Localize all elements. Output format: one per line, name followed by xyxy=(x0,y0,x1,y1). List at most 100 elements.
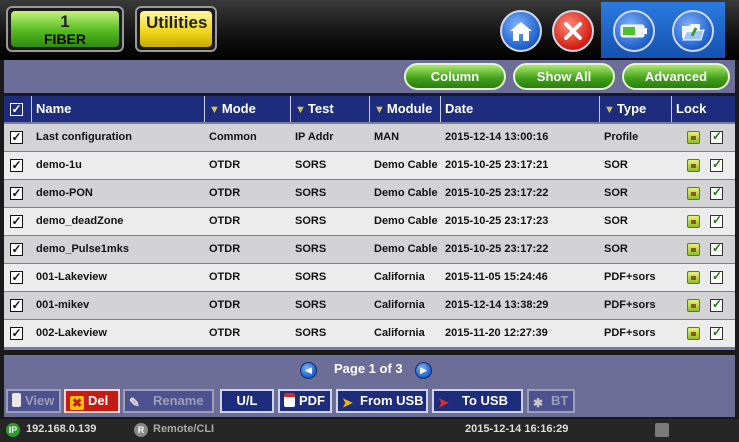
row-checkbox[interactable]: ✓ xyxy=(4,124,32,151)
lock-icon[interactable] xyxy=(687,327,700,340)
cell-name: 001-Lakeview xyxy=(36,271,107,283)
column-button[interactable]: Column xyxy=(404,63,506,90)
cell-date: 2015-12-14 13:00:16 xyxy=(445,131,549,143)
folder-icon xyxy=(682,24,705,41)
column-header-type[interactable]: ▼ Type xyxy=(600,96,672,122)
lock-icon[interactable] xyxy=(687,243,700,256)
row-checkbox[interactable]: ✓ xyxy=(4,236,32,263)
to-usb-button[interactable]: ➤ To USB xyxy=(432,389,523,413)
cell-mode: OTDR xyxy=(209,299,241,311)
table-row[interactable]: ✓ 001-Lakeview OTDR SORS California 2015-11-0… xyxy=(4,264,735,291)
filter-icon: ▼ xyxy=(374,104,385,116)
lock-icon[interactable] xyxy=(687,215,700,228)
cell-test: SORS xyxy=(295,159,327,171)
upload-button[interactable]: U/L xyxy=(220,389,274,413)
delete-button[interactable]: ✖ Del xyxy=(64,389,120,413)
checkbox-icon: ✓ xyxy=(10,157,23,172)
select-all-checkbox[interactable]: ✓ xyxy=(4,96,32,122)
home-icon xyxy=(510,22,532,41)
cell-date: 2015-11-05 15:24:46 xyxy=(445,271,548,283)
from-usb-button[interactable]: ➤ From USB xyxy=(336,389,428,413)
top-bar: 1 FIBER Utilities xyxy=(0,0,739,60)
lock-icon[interactable] xyxy=(687,131,700,144)
cell-type: PDF+sors xyxy=(604,271,656,283)
column-header-mode[interactable]: ▼ Mode xyxy=(205,96,291,122)
close-button[interactable] xyxy=(552,10,594,52)
row-checkbox[interactable]: ✓ xyxy=(4,208,32,235)
home-button[interactable] xyxy=(500,10,542,52)
view-button[interactable]: View xyxy=(6,389,61,413)
row-checkbox[interactable]: ✓ xyxy=(4,264,32,291)
cell-module: Demo Cable xyxy=(374,187,438,199)
usb-export-icon: ➤ xyxy=(438,395,449,410)
close-icon xyxy=(564,22,582,40)
cell-module: California xyxy=(374,271,425,283)
column-header-test[interactable]: ▼ Test xyxy=(291,96,370,122)
table-row[interactable]: ✓ demo-1u OTDR SORS Demo Cable 2015-10-25 23:… xyxy=(4,152,735,179)
row-checkbox[interactable]: ✓ xyxy=(4,320,32,347)
action-band: Column Show All Advanced xyxy=(4,60,735,93)
checkbox-icon: ✓ xyxy=(10,269,23,284)
filter-icon: ▼ xyxy=(209,104,220,116)
usb-import-icon: ➤ xyxy=(342,395,353,410)
checkbox-icon: ✓ xyxy=(10,325,23,340)
advanced-button[interactable]: Advanced xyxy=(622,63,730,90)
lock-checkbox[interactable] xyxy=(710,157,723,172)
next-page-button[interactable]: ▶ xyxy=(415,362,432,379)
column-header-lock: Lock xyxy=(676,101,707,116)
cell-module: MAN xyxy=(374,131,400,143)
pdf-button[interactable]: PDF xyxy=(278,389,332,413)
table-row[interactable]: ✓ demo_deadZone OTDR SORS Demo Cable 2015-10-… xyxy=(4,208,735,235)
cell-type: PDF+sors xyxy=(604,299,656,311)
cell-module: Demo Cable xyxy=(374,243,438,255)
checkbox-icon: ✓ xyxy=(10,297,23,312)
file-manager-button[interactable] xyxy=(672,10,714,52)
file-table: ✓ Name ▼ Mode ▼ Test ▼ Module Date ▼ Type Lo… xyxy=(4,96,735,350)
lock-checkbox[interactable] xyxy=(710,129,723,144)
filter-icon: ▼ xyxy=(295,104,306,116)
show-all-button[interactable]: Show All xyxy=(513,63,615,90)
cell-date: 2015-10-25 23:17:23 xyxy=(445,215,549,227)
table-row[interactable]: ✓ 001-mikev OTDR SORS California 2015-12-14 1… xyxy=(4,292,735,319)
battery-button[interactable] xyxy=(613,10,655,52)
table-row[interactable]: ✓ demo_Pulse1mks OTDR SORS Demo Cable 2015-10… xyxy=(4,236,735,263)
lock-checkbox[interactable] xyxy=(710,213,723,228)
lock-checkbox[interactable] xyxy=(710,269,723,284)
lock-icon[interactable] xyxy=(687,159,700,172)
lock-checkbox[interactable] xyxy=(710,241,723,256)
table-row[interactable]: ✓ Last configuration Common IP Addr MAN 2015-… xyxy=(4,124,735,151)
cell-mode: OTDR xyxy=(209,215,241,227)
fiber-number: 1 xyxy=(60,12,70,31)
pager: ◀ Page 1 of 3 ▶ xyxy=(4,355,735,386)
cell-test: SORS xyxy=(295,187,327,199)
checkbox-icon: ✓ xyxy=(10,241,23,256)
ip-address: 192.168.0.139 xyxy=(26,423,97,435)
previous-page-button[interactable]: ◀ xyxy=(300,362,317,379)
row-checkbox[interactable]: ✓ xyxy=(4,152,32,179)
bluetooth-button[interactable]: ✱ BT xyxy=(527,389,575,413)
cell-module: California xyxy=(374,299,425,311)
cell-test: SORS xyxy=(295,215,327,227)
tab-utilities[interactable]: Utilities xyxy=(135,6,217,52)
row-checkbox[interactable]: ✓ xyxy=(4,180,32,207)
cell-name: demo-1u xyxy=(36,159,82,171)
checkbox-icon: ✓ xyxy=(10,102,23,117)
checkbox-icon: ✓ xyxy=(10,213,23,228)
column-header-module[interactable]: ▼ Module xyxy=(370,96,441,122)
row-checkbox[interactable]: ✓ xyxy=(4,292,32,319)
lock-icon[interactable] xyxy=(687,187,700,200)
cell-test: SORS xyxy=(295,243,327,255)
lock-checkbox[interactable] xyxy=(710,325,723,340)
lock-checkbox[interactable] xyxy=(710,297,723,312)
column-header-name[interactable]: Name xyxy=(32,96,205,122)
lock-icon[interactable] xyxy=(687,299,700,312)
table-header: ✓ Name ▼ Mode ▼ Test ▼ Module Date ▼ Type Lo… xyxy=(4,96,735,122)
tab-fiber[interactable]: 1 FIBER xyxy=(6,6,124,52)
table-row[interactable]: ✓ demo-PON OTDR SORS Demo Cable 2015-10-25 23… xyxy=(4,180,735,207)
lock-icon[interactable] xyxy=(687,271,700,284)
table-row[interactable]: ✓ 002-Lakeview OTDR SORS California 2015-11-2… xyxy=(4,320,735,347)
rename-button[interactable]: ✎ Rename xyxy=(123,389,214,413)
arrow-left-icon: ◀ xyxy=(305,365,312,375)
lock-checkbox[interactable] xyxy=(710,185,723,200)
column-header-date[interactable]: Date xyxy=(441,96,600,122)
